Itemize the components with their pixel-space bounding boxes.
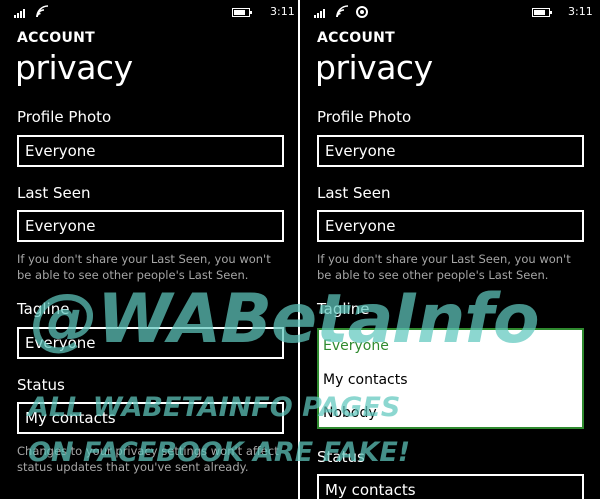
profile-photo-label: Profile Photo (317, 108, 412, 126)
app-title: ACCOUNT (17, 30, 96, 46)
phone-screen-right: 3:11 ACCOUNT privacy Profile Photo Every… (300, 0, 600, 499)
profile-photo-label: Profile Photo (17, 108, 112, 126)
clock: 3:11 (270, 5, 295, 18)
tagline-picker-open[interactable]: Everyone My contacts Nobody (317, 328, 584, 429)
signal-icon (314, 9, 325, 18)
phone-screen-left: 3:11 ACCOUNT privacy Profile Photo Every… (0, 0, 298, 499)
last-seen-select[interactable]: Everyone (17, 210, 284, 242)
wifi-icon (336, 5, 349, 18)
picker-option-nobody[interactable]: Nobody (323, 405, 377, 421)
battery-icon (232, 8, 252, 17)
profile-photo-select[interactable]: Everyone (317, 135, 584, 167)
battery-icon (532, 8, 552, 17)
status-label: Status (17, 376, 65, 394)
status-select[interactable]: My contacts (317, 474, 584, 499)
clock: 3:11 (568, 5, 593, 18)
page-title: privacy (315, 48, 433, 87)
picker-option-everyone[interactable]: Everyone (323, 338, 389, 354)
last-seen-note: If you don't share your Last Seen, you w… (17, 252, 271, 282)
record-icon (356, 6, 368, 18)
app-title: ACCOUNT (317, 30, 396, 46)
last-seen-label: Last Seen (17, 184, 91, 202)
tagline-label: Tagline (317, 300, 370, 318)
status-label: Status (317, 448, 365, 466)
wifi-icon (36, 5, 49, 18)
tagline-select[interactable]: Everyone (17, 327, 284, 359)
picker-option-my-contacts[interactable]: My contacts (323, 372, 408, 388)
tagline-label: Tagline (17, 300, 70, 318)
signal-icon (14, 9, 25, 18)
status-note: Changes to your privacy settings won't a… (17, 444, 279, 474)
last-seen-label: Last Seen (317, 184, 391, 202)
last-seen-note: If you don't share your Last Seen, you w… (317, 252, 571, 282)
status-bar: 3:11 (0, 0, 298, 24)
last-seen-select[interactable]: Everyone (317, 210, 584, 242)
status-select[interactable]: My contacts (17, 402, 284, 434)
page-title: privacy (15, 48, 133, 87)
profile-photo-select[interactable]: Everyone (17, 135, 284, 167)
status-bar: 3:11 (300, 0, 600, 24)
